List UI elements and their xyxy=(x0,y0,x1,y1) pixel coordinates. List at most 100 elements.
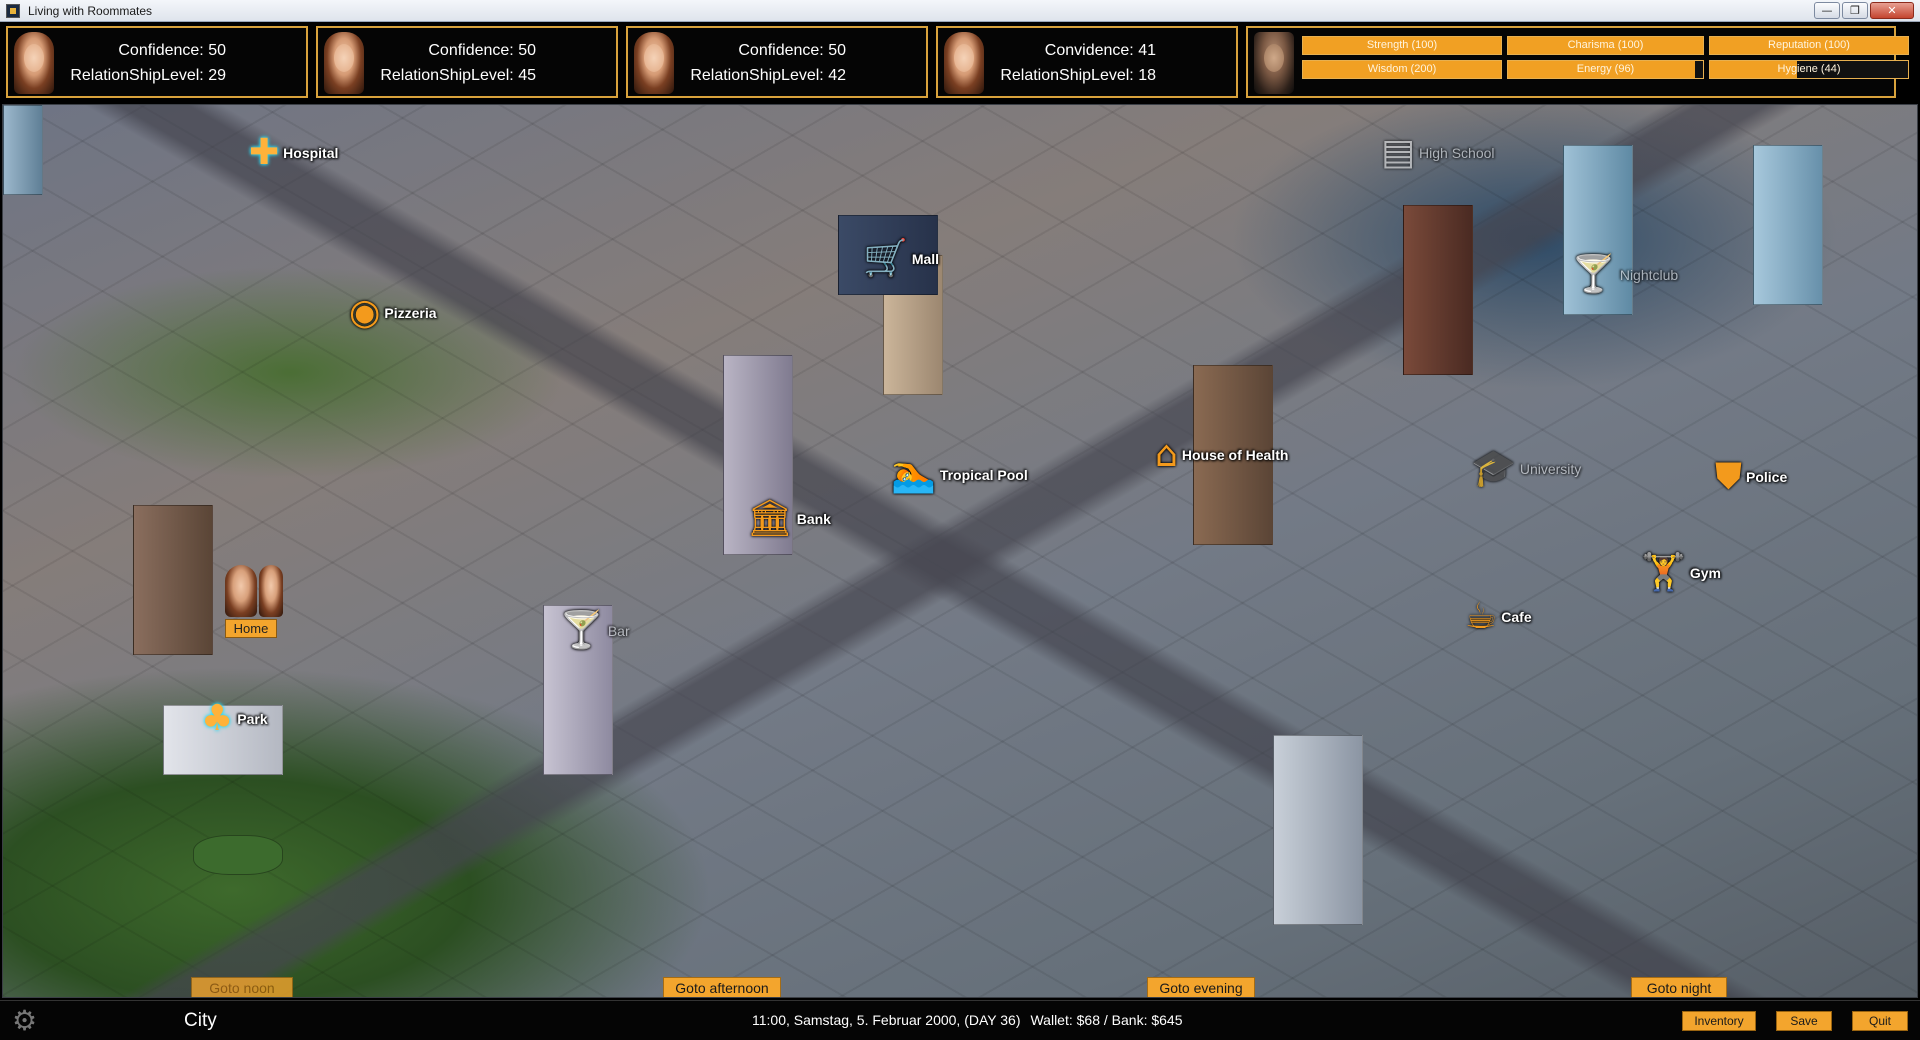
datetime-text: 11:00, Samstag, 5. Februar 2000, (DAY 36… xyxy=(752,1012,1021,1028)
house-icon: ⌂ xyxy=(1155,434,1178,475)
location-label: Park xyxy=(237,711,268,727)
roommate-face xyxy=(225,565,257,617)
gear-icon[interactable]: ⚙ xyxy=(12,1007,37,1035)
window-title: Living with Roommates xyxy=(28,3,153,18)
location-label: Gym xyxy=(1689,565,1721,581)
confidence-label: Confidence: xyxy=(428,42,514,59)
strength-bar: Strength (100) xyxy=(1302,36,1502,55)
location-park[interactable]: ♣ Park xyxy=(201,701,268,737)
cocktail-glass-icon: 🍸 xyxy=(559,610,604,651)
relationship-label: RelationShipLevel: xyxy=(690,67,824,84)
location-home[interactable]: Home xyxy=(225,565,283,638)
park-icon: ♣ xyxy=(201,698,234,739)
roommate-face xyxy=(259,565,283,617)
roommate-stats: Confidence: 50 RelationShipLevel: 42 xyxy=(690,38,846,88)
status-line: 11:00, Samstag, 5. Februar 2000, (DAY 36… xyxy=(752,1012,1183,1028)
location-university[interactable]: 🎓 University xyxy=(1471,451,1581,487)
bank-building-icon: 🏛 xyxy=(747,498,793,539)
cocktail-glass-icon: 🍸 xyxy=(1571,254,1616,295)
confidence-value: 50 xyxy=(828,42,846,59)
relationship-value: 18 xyxy=(1138,67,1156,84)
app-icon xyxy=(6,3,20,18)
confidence-label: Confidence: xyxy=(738,42,824,59)
location-hospital[interactable]: ✚ Hospital xyxy=(249,135,338,171)
location-label: House of Health xyxy=(1181,447,1289,463)
location-house-of-health[interactable]: ⌂ House of Health xyxy=(1155,437,1288,473)
wallet-text: Wallet: $68 / Bank: $645 xyxy=(1030,1012,1183,1028)
roommate-panel-1[interactable]: Confidence: 50 RelationShipLevel: 29 xyxy=(6,26,308,98)
roommate-stats: Confidence: 50 RelationShipLevel: 29 xyxy=(70,38,226,88)
city-map: ✚ Hospital 🛒 Mall ◉ Pizzeria ▤ High Scho… xyxy=(2,104,1918,998)
save-button[interactable]: Save xyxy=(1776,1011,1832,1031)
confidence-value: 50 xyxy=(208,42,226,59)
swimmer-icon: 🏊 xyxy=(891,454,936,495)
location-bar[interactable]: 🍸 Bar xyxy=(559,613,630,649)
graduation-cap-icon: 🎓 xyxy=(1471,448,1516,489)
charisma-label: Charisma (100) xyxy=(1567,39,1644,51)
confidence-label: Confidence: xyxy=(118,42,204,59)
goto-afternoon-button[interactable]: Goto afternoon xyxy=(663,977,781,997)
charisma-bar: Charisma (100) xyxy=(1507,36,1704,55)
location-label: High School xyxy=(1419,145,1495,161)
location-pizzeria[interactable]: ◉ Pizzeria xyxy=(349,295,437,331)
location-label: Tropical Pool xyxy=(939,467,1028,483)
building xyxy=(1273,735,1363,925)
park-green xyxy=(193,835,283,875)
roommate-panel-3[interactable]: Confidence: 50 RelationShipLevel: 42 xyxy=(626,26,928,98)
location-tropical-pool[interactable]: 🏊 Tropical Pool xyxy=(891,457,1028,493)
book-stack-icon: ▤ xyxy=(1381,132,1416,173)
top-stats-bar: Confidence: 50 RelationShipLevel: 29 Con… xyxy=(0,22,1920,102)
quit-button[interactable]: Quit xyxy=(1852,1011,1908,1031)
roommate-panel-4[interactable]: Convidence: 41 RelationShipLevel: 18 xyxy=(936,26,1238,98)
wisdom-label: Wisdom (200) xyxy=(1367,63,1437,75)
location-high-school[interactable]: ▤ High School xyxy=(1381,135,1495,171)
location-label: Police xyxy=(1746,469,1788,485)
location-label: Bank xyxy=(796,511,831,527)
home-label[interactable]: Home xyxy=(225,619,277,638)
roommate-portrait[interactable] xyxy=(324,32,364,94)
reputation-label: Reputation (100) xyxy=(1768,39,1850,51)
relationship-label: RelationShipLevel: xyxy=(1000,67,1134,84)
home-roommate-faces xyxy=(225,565,283,617)
building xyxy=(1753,145,1823,305)
minimize-button[interactable]: — xyxy=(1814,2,1840,19)
location-label: Bar xyxy=(607,623,630,639)
location-label: Cafe xyxy=(1501,609,1532,625)
goto-night-button[interactable]: Goto night xyxy=(1631,977,1727,997)
roommate-portrait[interactable] xyxy=(944,32,984,94)
building xyxy=(1403,205,1473,375)
pizza-icon: ◉ xyxy=(349,292,381,333)
shopping-cart-icon: 🛒 xyxy=(863,238,908,279)
roommate-portrait[interactable] xyxy=(634,32,674,94)
roommate-panel-2[interactable]: Confidence: 50 RelationShipLevel: 45 xyxy=(316,26,618,98)
close-button[interactable]: ✕ xyxy=(1870,2,1914,19)
inventory-button[interactable]: Inventory xyxy=(1682,1011,1756,1031)
location-mall[interactable]: 🛒 Mall xyxy=(863,241,939,277)
goto-evening-button[interactable]: Goto evening xyxy=(1147,977,1255,997)
location-gym[interactable]: 🏋 Gym xyxy=(1641,555,1721,591)
player-panel: Strength (100) Charisma (100) Reputation… xyxy=(1246,26,1909,98)
location-police[interactable]: ⛊ Police xyxy=(1715,459,1787,495)
window-titlebar: Living with Roommates — ❐ ✕ xyxy=(0,0,1920,22)
location-nightclub[interactable]: 🍸 Nightclub xyxy=(1571,257,1678,293)
relationship-value: 42 xyxy=(828,67,846,84)
player-stats-grid: Strength (100) Charisma (100) Reputation… xyxy=(1302,36,1909,79)
hygiene-bar: Hygiene (44) xyxy=(1709,60,1909,79)
maximize-button[interactable]: ❐ xyxy=(1842,2,1868,19)
location-cafe[interactable]: ☕ Cafe xyxy=(1465,599,1532,635)
roommate-portrait[interactable] xyxy=(14,32,54,94)
police-badge-icon: ⛊ xyxy=(1715,456,1743,497)
confidence-label: Convidence: xyxy=(1044,42,1134,59)
hygiene-label: Hygiene (44) xyxy=(1777,63,1841,75)
relationship-label: RelationShipLevel: xyxy=(380,67,514,84)
location-bank[interactable]: 🏛 Bank xyxy=(747,501,831,537)
roommate-stats: Confidence: 50 RelationShipLevel: 45 xyxy=(380,38,536,88)
energy-label: Energy (96) xyxy=(1576,63,1635,75)
location-label: Hospital xyxy=(283,145,339,161)
goto-noon-button[interactable]: Goto noon xyxy=(191,977,293,997)
bodybuilder-icon: 🏋 xyxy=(1641,552,1686,593)
current-location: City xyxy=(184,1010,217,1031)
building xyxy=(133,505,213,655)
location-label: Nightclub xyxy=(1619,267,1679,283)
player-portrait[interactable] xyxy=(1254,32,1294,94)
